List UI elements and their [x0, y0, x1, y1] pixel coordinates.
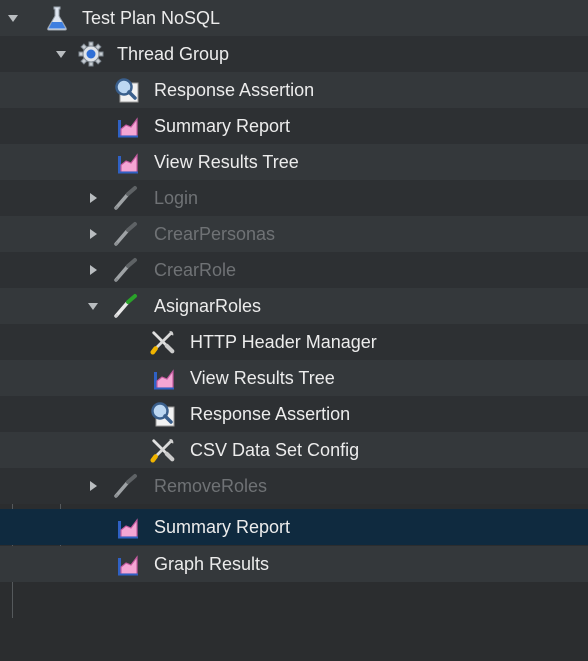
tree-node-label: Login [154, 188, 199, 208]
gear-icon [78, 41, 104, 67]
tree-node-http-header-manager[interactable]: HTTP Header Manager [0, 324, 588, 360]
report-chart-icon [114, 113, 140, 139]
tree-node-label: Graph Results [154, 554, 270, 574]
tree-empty-area [0, 618, 588, 661]
magnifier-icon [150, 401, 176, 427]
collapse-toggle-icon[interactable] [86, 191, 100, 205]
collapse-toggle-icon[interactable] [86, 227, 100, 241]
tree-node-label: Thread Group [117, 44, 230, 64]
test-plan-tree: Test Plan NoSQL Thread Group Response As… [0, 0, 588, 661]
tree-node-label: View Results Tree [154, 152, 299, 172]
tree-node-view-results-tree[interactable]: View Results Tree [0, 144, 588, 180]
tools-icon [150, 329, 176, 355]
collapse-toggle-icon[interactable] [86, 479, 100, 493]
magnifier-icon [114, 77, 140, 103]
tree-node-graph-results[interactable]: Graph Results [0, 546, 588, 582]
tree-node-label: Summary Report [154, 517, 291, 537]
tree-node-label: RemoveRoles [154, 476, 268, 496]
tree-node-response-assertion-2[interactable]: Response Assertion [0, 396, 588, 432]
tree-node-test-plan[interactable]: Test Plan NoSQL [0, 0, 588, 36]
tree-node-label: Test Plan NoSQL [82, 8, 221, 28]
tree-node-label: CrearRole [154, 260, 237, 280]
collapse-toggle-icon[interactable] [86, 263, 100, 277]
tree-node-label: HTTP Header Manager [190, 332, 377, 352]
tree-node-label: Response Assertion [154, 80, 315, 100]
report-chart-icon [114, 149, 140, 175]
tools-icon [150, 437, 176, 463]
pipette-icon [112, 257, 138, 283]
tree-node-label: CSV Data Set Config [190, 440, 360, 460]
tree-node-label: Summary Report [154, 116, 291, 136]
tree-node-label: AsignarRoles [154, 296, 262, 316]
tree-node-summary-report[interactable]: Summary Report [0, 108, 588, 144]
tree-node-remove-roles[interactable]: RemoveRoles [0, 468, 588, 504]
tree-node-crear-personas[interactable]: CrearPersonas [0, 216, 588, 252]
tree-node-crear-role[interactable]: CrearRole [0, 252, 588, 288]
pipette-icon [112, 293, 138, 319]
tree-node-label: View Results Tree [190, 368, 335, 388]
pipette-icon [112, 185, 138, 211]
pipette-icon [112, 473, 138, 499]
tree-node-label: Response Assertion [190, 404, 351, 424]
pipette-icon [112, 221, 138, 247]
expand-toggle-icon[interactable] [54, 47, 68, 61]
expand-toggle-icon[interactable] [6, 11, 20, 25]
report-chart-icon [114, 514, 140, 540]
expand-toggle-icon[interactable] [86, 299, 100, 313]
report-chart-icon [114, 551, 140, 577]
tree-node-asignar-roles[interactable]: AsignarRoles [0, 288, 588, 324]
tree-node-thread-group[interactable]: Thread Group [0, 36, 588, 72]
flask-icon [44, 5, 70, 31]
tree-node-label: CrearPersonas [154, 224, 276, 244]
tree-node-view-results-tree-2[interactable]: View Results Tree [0, 360, 588, 396]
tree-node-summary-report-2[interactable]: Summary Report [0, 509, 588, 545]
report-chart-icon [150, 365, 176, 391]
tree-node-csv-data-set-config[interactable]: CSV Data Set Config [0, 432, 588, 468]
tree-node-login[interactable]: Login [0, 180, 588, 216]
tree-node-response-assertion[interactable]: Response Assertion [0, 72, 588, 108]
